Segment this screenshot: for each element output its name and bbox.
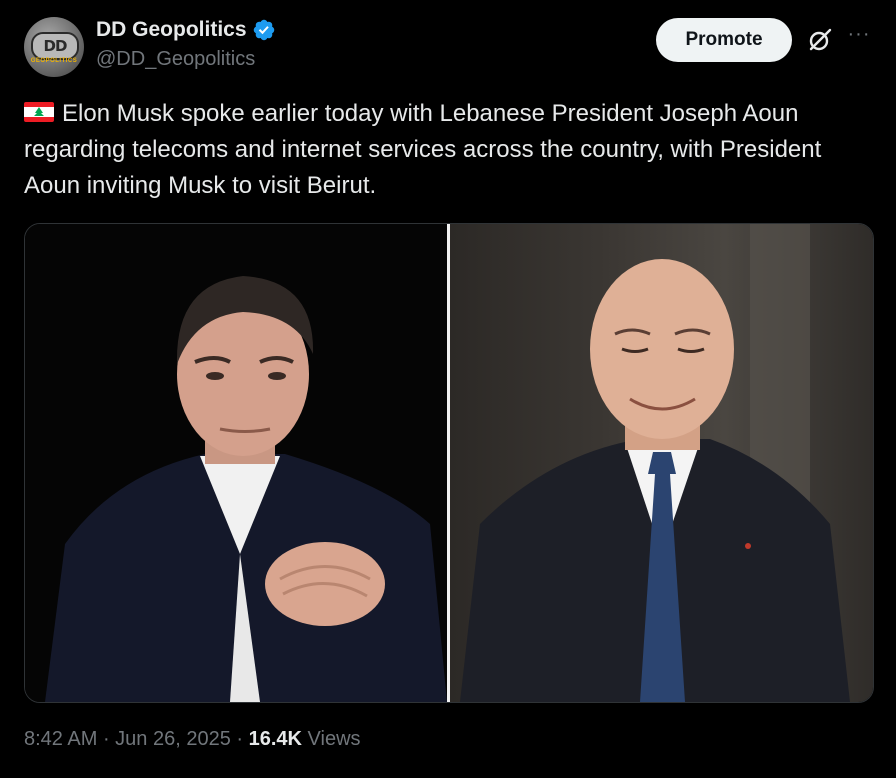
lebanon-flag-icon — [24, 101, 54, 122]
avatar-mark: DD — [31, 32, 79, 60]
photo-left[interactable] — [25, 224, 447, 702]
avatar-subtext: GEOPOLITICS — [30, 58, 78, 64]
verified-badge-icon[interactable] — [252, 18, 276, 42]
avatar[interactable]: DD GEOPOLITICS — [24, 17, 84, 77]
more-options-icon[interactable]: ··· — [846, 24, 872, 50]
handle[interactable]: @DD_Geopolitics — [96, 48, 255, 71]
views-label: Views — [301, 728, 361, 750]
tweet-text: Elon Musk spoke earlier today with Leban… — [24, 96, 874, 204]
tweet-date[interactable]: Jun 26, 2025 — [115, 728, 231, 750]
tweet-time[interactable]: 8:42 AM — [24, 728, 97, 750]
meta-separator: · — [97, 728, 116, 750]
tweet-media[interactable] — [24, 223, 874, 703]
meta-separator: · — [230, 728, 249, 750]
photo-right[interactable] — [450, 224, 873, 702]
tweet-body: Elon Musk spoke earlier today with Leban… — [24, 100, 822, 199]
promote-button[interactable]: Promote — [656, 18, 792, 62]
views-count[interactable]: 16.4K — [249, 728, 302, 750]
display-name[interactable]: DD Geopolitics — [96, 18, 247, 42]
tweet-header: DD GEOPOLITICS DD Geopolitics @DD_Geopol… — [24, 14, 872, 77]
name-row: DD Geopolitics — [96, 18, 276, 42]
grok-icon[interactable] — [806, 26, 834, 54]
tweet-meta: 8:42 AM · Jun 26, 2025 · 16.4K Views — [24, 728, 361, 751]
